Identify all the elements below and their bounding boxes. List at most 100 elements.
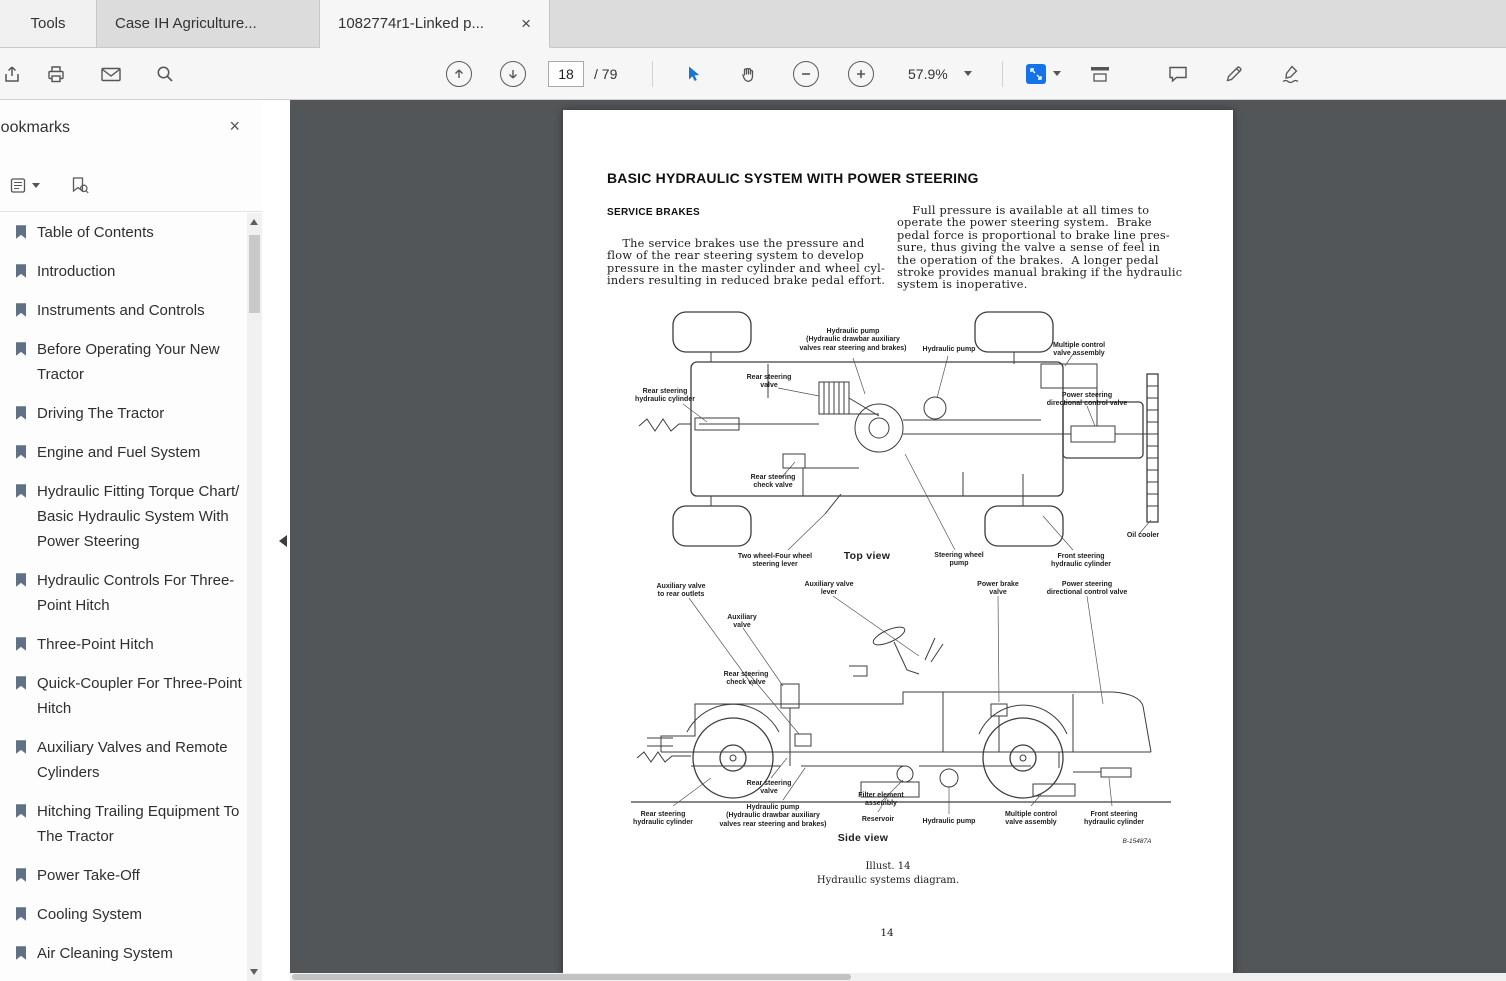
- email-icon[interactable]: [100, 64, 122, 84]
- bookmark-icon: [14, 735, 28, 785]
- draw-sign-button[interactable]: [1280, 64, 1302, 84]
- bookmark-item[interactable]: Table of Contents: [0, 213, 247, 252]
- content-area: Bookmarks × Table of Contents Introductio…: [0, 100, 1506, 981]
- diagram-label: Rear steering valve: [746, 780, 792, 796]
- pdf-page: BASIC HYDRAULIC SYSTEM WITH POWER STEERI…: [563, 110, 1233, 981]
- diagram-label: Hydraulic pump: [922, 818, 976, 825]
- diagram-label: Front steering hydraulic cylinder: [1084, 811, 1144, 827]
- bookmark-item[interactable]: Hydraulic Controls For Three-Point Hitch: [0, 561, 247, 625]
- page-down-button[interactable]: [500, 60, 526, 87]
- close-bookmarks-icon[interactable]: ×: [229, 117, 240, 135]
- bookmark-icon: [14, 440, 28, 465]
- tab-doc1-label: Case IH Agriculture...: [115, 15, 257, 32]
- bookmark-label: Quick-Coupler For Three-Point Hitch: [37, 675, 242, 717]
- bookmark-label: Hydraulic Controls For Three-Point Hitch: [37, 572, 235, 614]
- diagram-label: Rear steering check valve: [723, 671, 769, 687]
- display-mode-button[interactable]: [1089, 64, 1111, 84]
- tab-active-document[interactable]: 1082774r1-Linked p... ×: [320, 0, 550, 48]
- bookmark-icon: [14, 941, 28, 966]
- toolbar-right-group: [1167, 48, 1302, 99]
- hand-tool-icon[interactable]: [738, 64, 758, 84]
- diagram-label: Hydraulic pump (Hydraulic drawbar auxili…: [719, 804, 827, 828]
- illustration-number: Illust. 14: [865, 861, 911, 872]
- fill-sign-button[interactable]: [1224, 64, 1244, 84]
- horizontal-scrollbar[interactable]: [290, 973, 1506, 981]
- bookmark-item[interactable]: Engine and Fuel System: [0, 433, 247, 472]
- print-icon[interactable]: [46, 64, 66, 84]
- zoom-level-value: 57.9%: [908, 65, 948, 82]
- page-number: 14: [880, 927, 894, 939]
- bookmark-item[interactable]: Three-Point Hitch: [0, 625, 247, 664]
- page-up-button[interactable]: [446, 60, 472, 87]
- bookmarks-scrollbar[interactable]: [247, 213, 262, 981]
- collapse-panel-button[interactable]: [279, 534, 287, 547]
- acrobat-window: Tools Case IH Agriculture... 1082774r1-L…: [0, 0, 1506, 981]
- bookmark-label: Air Cleaning System: [37, 945, 173, 962]
- diagram-label: Reservoir: [861, 816, 895, 823]
- bookmark-label: Engine and Fuel System: [37, 444, 201, 461]
- bookmark-label: Hydraulic Fitting Torque Chart/ Basic Hy…: [37, 483, 240, 550]
- page-number-input[interactable]: [548, 60, 584, 87]
- zoom-in-button[interactable]: [848, 60, 874, 87]
- diagram-label: Auxiliary valve to rear outlets: [656, 583, 706, 599]
- bookmark-item[interactable]: Auxiliary Valves and Remote Cylinders: [0, 728, 247, 792]
- comment-tool-button[interactable]: [1167, 64, 1189, 84]
- bookmark-item[interactable]: Power Take-Off: [0, 856, 247, 895]
- bookmark-search-button[interactable]: [70, 176, 90, 196]
- zoom-level-dropdown[interactable]: 57.9%: [908, 66, 972, 82]
- bookmarks-list: Table of Contents Introduction Instruments…: [0, 213, 247, 981]
- illustration-caption-text: Hydraulic systems diagram.: [816, 875, 960, 886]
- bookmarks-panel-title: Bookmarks: [0, 119, 71, 136]
- bookmark-item[interactable]: Cooling System: [0, 895, 247, 934]
- diagram-label: Oil cooler: [1126, 532, 1160, 539]
- bookmark-icon: [14, 479, 28, 554]
- bookmark-icon: [14, 671, 28, 721]
- bookmark-item[interactable]: Before Operating Your New Tractor: [0, 330, 247, 394]
- bookmark-label: Hitching Trailing Equipment To The Tract…: [37, 803, 240, 845]
- tab-case-ih-document[interactable]: Case IH Agriculture...: [97, 0, 320, 47]
- diagram-label: Auxiliary valve: [727, 614, 757, 630]
- diagram-label: Steering wheel pump: [934, 552, 984, 568]
- diagram-label: Front steering hydraulic cylinder: [1051, 553, 1111, 569]
- diagram-label: Multiple control valve assembly: [1052, 342, 1106, 358]
- select-tool-icon[interactable]: [683, 64, 703, 84]
- diagram-label: Multiple control valve assembly: [1004, 811, 1058, 827]
- diagram-label: Hydraulic pump (Hydraulic drawbar auxili…: [799, 328, 907, 352]
- bookmark-label: Instruments and Controls: [37, 302, 205, 319]
- bookmark-item[interactable]: Air Cleaning System: [0, 934, 247, 973]
- scroll-up-arrow-icon[interactable]: [250, 219, 258, 225]
- bookmark-label: Before Operating Your New Tractor: [37, 341, 220, 383]
- pdf-canvas: BASIC HYDRAULIC SYSTEM WITH POWER STEERI…: [290, 100, 1506, 981]
- fit-page-button[interactable]: [1025, 63, 1047, 85]
- bookmark-item[interactable]: Driving The Tractor: [0, 394, 247, 433]
- diagram-label: Hydraulic pump: [922, 346, 976, 353]
- fit-options-caret-icon[interactable]: [1052, 71, 1061, 76]
- bookmark-item[interactable]: Hitching Trailing Equipment To The Tract…: [0, 792, 247, 856]
- search-icon[interactable]: [155, 64, 175, 84]
- horizontal-scrollbar-thumb[interactable]: [292, 974, 852, 980]
- panel-collapse-strip: [262, 100, 290, 981]
- body-text-left-column: The service brakes use the pressure and …: [607, 237, 886, 288]
- scrollbar-thumb[interactable]: [249, 235, 260, 313]
- bookmark-item[interactable]: Instruments and Controls: [0, 291, 247, 330]
- diagram-label: Auxiliary valve lever: [804, 581, 854, 597]
- bookmark-item[interactable]: Hydraulic Fitting Torque Chart/ Basic Hy…: [0, 472, 247, 561]
- bookmark-icon: [14, 259, 28, 284]
- tab-tools[interactable]: Tools: [0, 0, 97, 47]
- diagram-view-caption: Side view: [837, 832, 889, 844]
- bookmark-icon: [14, 568, 28, 618]
- diagram-label: Power brake valve: [977, 581, 1019, 597]
- hydraulic-systems-diagram: Hydraulic pump (Hydraulic drawbar auxili…: [603, 306, 1203, 851]
- zoom-out-button[interactable]: [793, 60, 819, 87]
- share-icon[interactable]: [2, 64, 22, 84]
- toolbar-separator: [652, 60, 653, 87]
- bookmark-icon: [14, 863, 28, 888]
- bookmark-item[interactable]: Electrical System: [0, 973, 247, 981]
- toolbar-separator: [1001, 60, 1003, 87]
- bookmark-item[interactable]: Introduction: [0, 252, 247, 291]
- bookmark-item[interactable]: Quick-Coupler For Three-Point Hitch: [0, 664, 247, 728]
- close-tab-icon[interactable]: ×: [521, 15, 531, 32]
- scroll-down-arrow-icon[interactable]: [250, 969, 258, 975]
- bookmark-options-button[interactable]: [10, 177, 40, 195]
- bookmark-icon: [14, 902, 28, 927]
